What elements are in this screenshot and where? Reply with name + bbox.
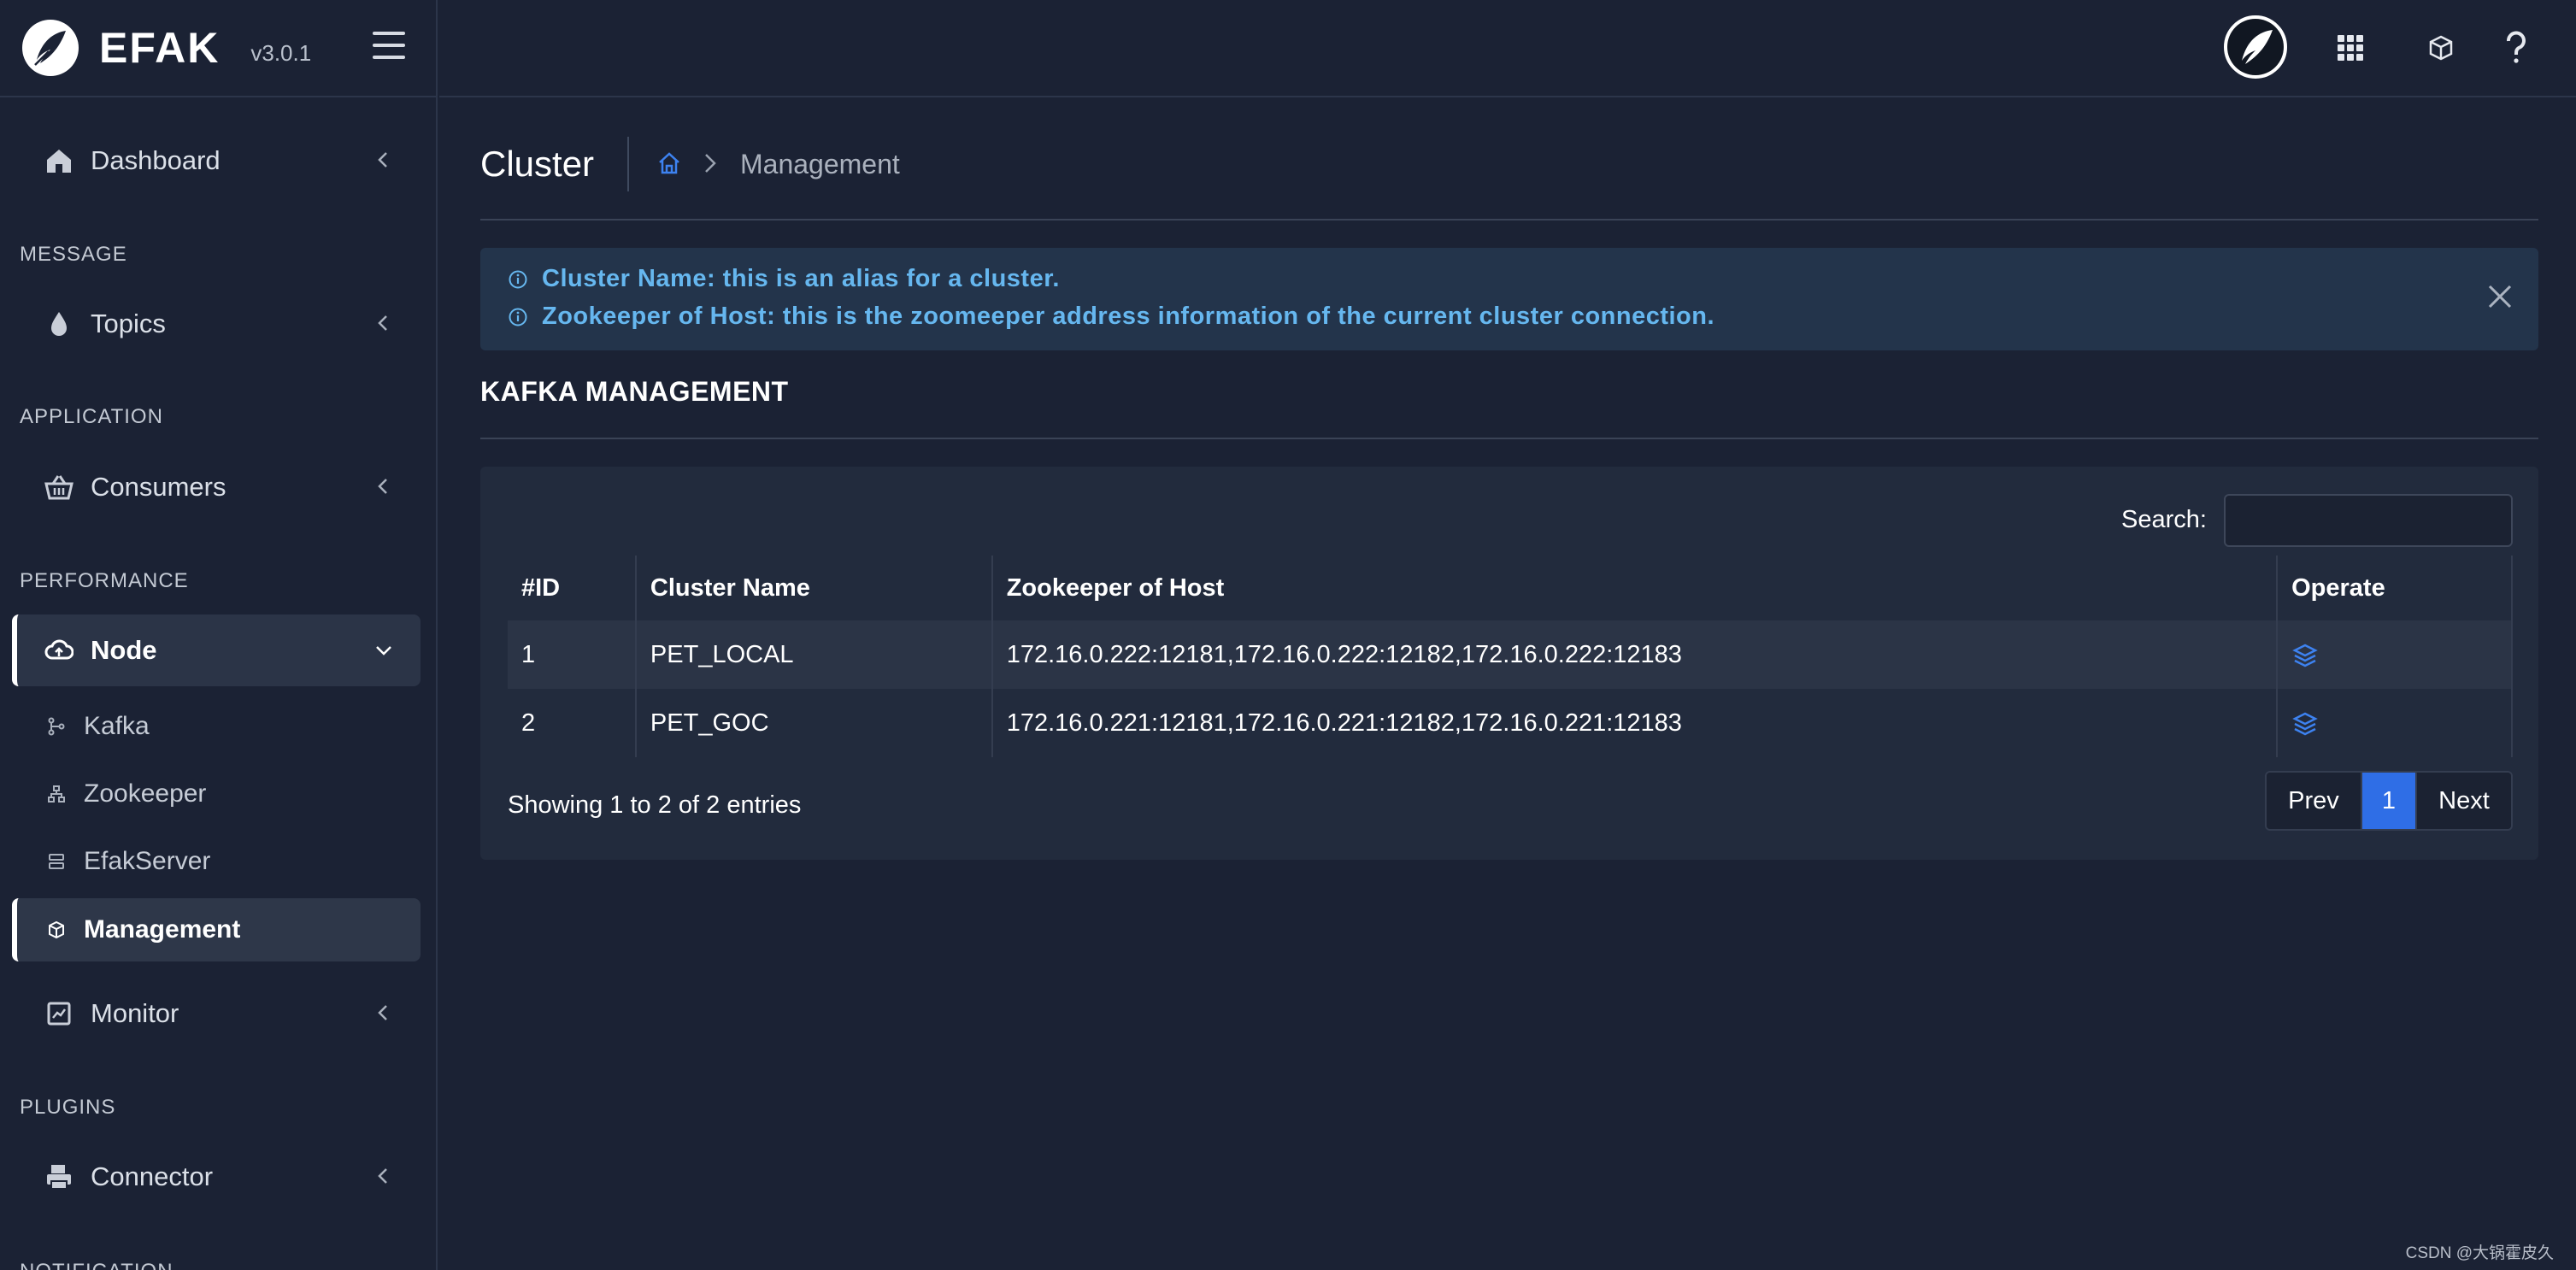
table-row: 1 PET_LOCAL 172.16.0.222:12181,172.16.0.… [508,620,2513,689]
section-label-application: APPLICATION [20,405,163,428]
sidebar-subitem-efakserver[interactable]: EfakServer [12,830,421,893]
server-icon [46,851,67,872]
cell-id: 2 [508,689,637,757]
sidebar-item-connector[interactable]: Connector [12,1141,421,1213]
cell-zookeeper-host: 172.16.0.221:12181,172.16.0.221:12182,17… [991,689,2279,757]
cell-cluster-name: PET_LOCAL [635,620,993,689]
question-icon[interactable] [2499,31,2533,65]
sidebar-item-label: Consumers [91,472,226,502]
brand-header: EFAK v3.0.1 [0,0,436,97]
search-label: Search: [2121,506,2207,533]
watermark: CSDN @大锅霍皮久 [2405,1244,2554,1262]
sidebar-item-label: Dashboard [91,145,221,175]
sidebar-subitem-kafka[interactable]: Kafka [12,695,421,758]
chart-icon [44,999,74,1028]
sitemap-icon [46,784,67,804]
column-header-operate[interactable]: Operate [2277,556,2513,620]
section-title-text: KAFKA MANAGEMENT [480,376,789,407]
sidebar-item-node[interactable]: Node [12,614,421,686]
cube-icon[interactable] [2424,31,2458,65]
section-title: KAFKA MANAGEMENT [480,376,2538,439]
table-row: 2 PET_GOC 172.16.0.221:12181,172.16.0.22… [508,689,2513,757]
info-icon [509,270,527,288]
sidebar-item-dashboard[interactable]: Dashboard [12,125,421,197]
basket-icon [44,473,74,502]
cube-icon [46,920,67,940]
grid-icon[interactable] [2333,31,2367,65]
sidebar-subitem-management[interactable]: Management [12,898,421,961]
pagination: Prev 1 Next [2265,771,2513,831]
info-icon [509,308,527,326]
title-divider [627,137,629,191]
table-header-row: #ID Cluster Name Zookeeper of Host Opera… [508,556,2513,620]
home-icon[interactable] [656,150,682,176]
cell-operate [2277,620,2513,689]
printer-icon [44,1162,74,1191]
alert-text: Cluster Name: this is an alias for a clu… [542,265,1060,292]
sidebar-item-monitor[interactable]: Monitor [12,978,421,1050]
sidebar-item-label: Monitor [91,998,179,1028]
table-info: Showing 1 to 2 of 2 entries [508,791,802,819]
sidebar-subitem-label: EfakServer [84,847,211,875]
chevron-left-icon [378,1168,387,1184]
chevron-left-icon [378,1005,387,1020]
close-icon[interactable] [2485,282,2514,311]
search-input[interactable] [2224,494,2513,547]
page-button-1[interactable]: 1 [2362,773,2415,829]
breadcrumb-current: Management [740,149,900,179]
layers-icon[interactable] [2291,642,2319,669]
prev-button[interactable]: Prev [2267,773,2362,829]
alert-line: Zookeeper of Host: this is the zoomeeper… [508,303,1714,331]
cell-operate [2277,689,2513,757]
cluster-table-card: Search: #ID Cluster Name Zookeeper of Ho… [480,467,2538,860]
alert-line: Cluster Name: this is an alias for a clu… [508,265,1060,293]
avatar[interactable] [2224,15,2287,79]
cell-zookeeper-host: 172.16.0.222:12181,172.16.0.222:12182,17… [991,620,2279,689]
page-title: Cluster [480,144,595,184]
sidebar-item-label: Node [91,635,157,665]
sidebar: EFAK v3.0.1 Dashboard MESSAGE Topics APP… [0,0,438,1270]
sidebar-subitem-label: Kafka [84,712,150,740]
brand-name: EFAK [99,24,221,72]
chevron-left-icon [378,315,387,331]
info-alert: Cluster Name: this is an alias for a clu… [480,248,2538,350]
droplet-icon [44,309,74,338]
column-header-zookeeper-host[interactable]: Zookeeper of Host [991,556,2279,620]
alert-text: Zookeeper of Host: this is the zoomeeper… [542,303,1715,330]
column-header-cluster-name[interactable]: Cluster Name [635,556,993,620]
cluster-table: #ID Cluster Name Zookeeper of Host Opera… [508,556,2513,757]
section-label-message: MESSAGE [20,243,127,266]
column-header-id[interactable]: #ID [508,556,637,620]
sidebar-subitem-zookeeper[interactable]: Zookeeper [12,762,421,826]
sidebar-item-topics[interactable]: Topics [12,288,421,360]
next-button[interactable]: Next [2415,773,2511,829]
chevron-down-icon [376,646,391,656]
sidebar-subitem-label: Management [84,915,241,944]
cloud-upload-icon [44,636,74,665]
sidebar-item-label: Topics [91,309,166,338]
layers-icon[interactable] [2291,710,2319,738]
topbar [439,0,2576,97]
feather-logo-icon[interactable] [22,20,79,76]
cell-id: 1 [508,620,637,689]
sidebar-subitem-label: Zookeeper [84,779,207,808]
chevron-left-icon [378,479,387,494]
page-header: Cluster Management [480,135,2538,220]
section-label-plugins: PLUGINS [20,1096,116,1119]
cell-cluster-name: PET_GOC [635,689,993,757]
branch-icon [46,716,67,737]
sidebar-item-label: Connector [91,1161,214,1191]
hamburger-icon[interactable] [373,32,405,62]
section-label-notification: NOTIFICATION [20,1260,173,1270]
home-icon [44,146,74,175]
section-label-performance: PERFORMANCE [20,569,189,592]
chevron-left-icon [378,152,387,168]
chevron-right-icon [705,154,716,173]
sidebar-item-consumers[interactable]: Consumers [12,451,421,523]
brand-version: v3.0.1 [250,39,312,66]
